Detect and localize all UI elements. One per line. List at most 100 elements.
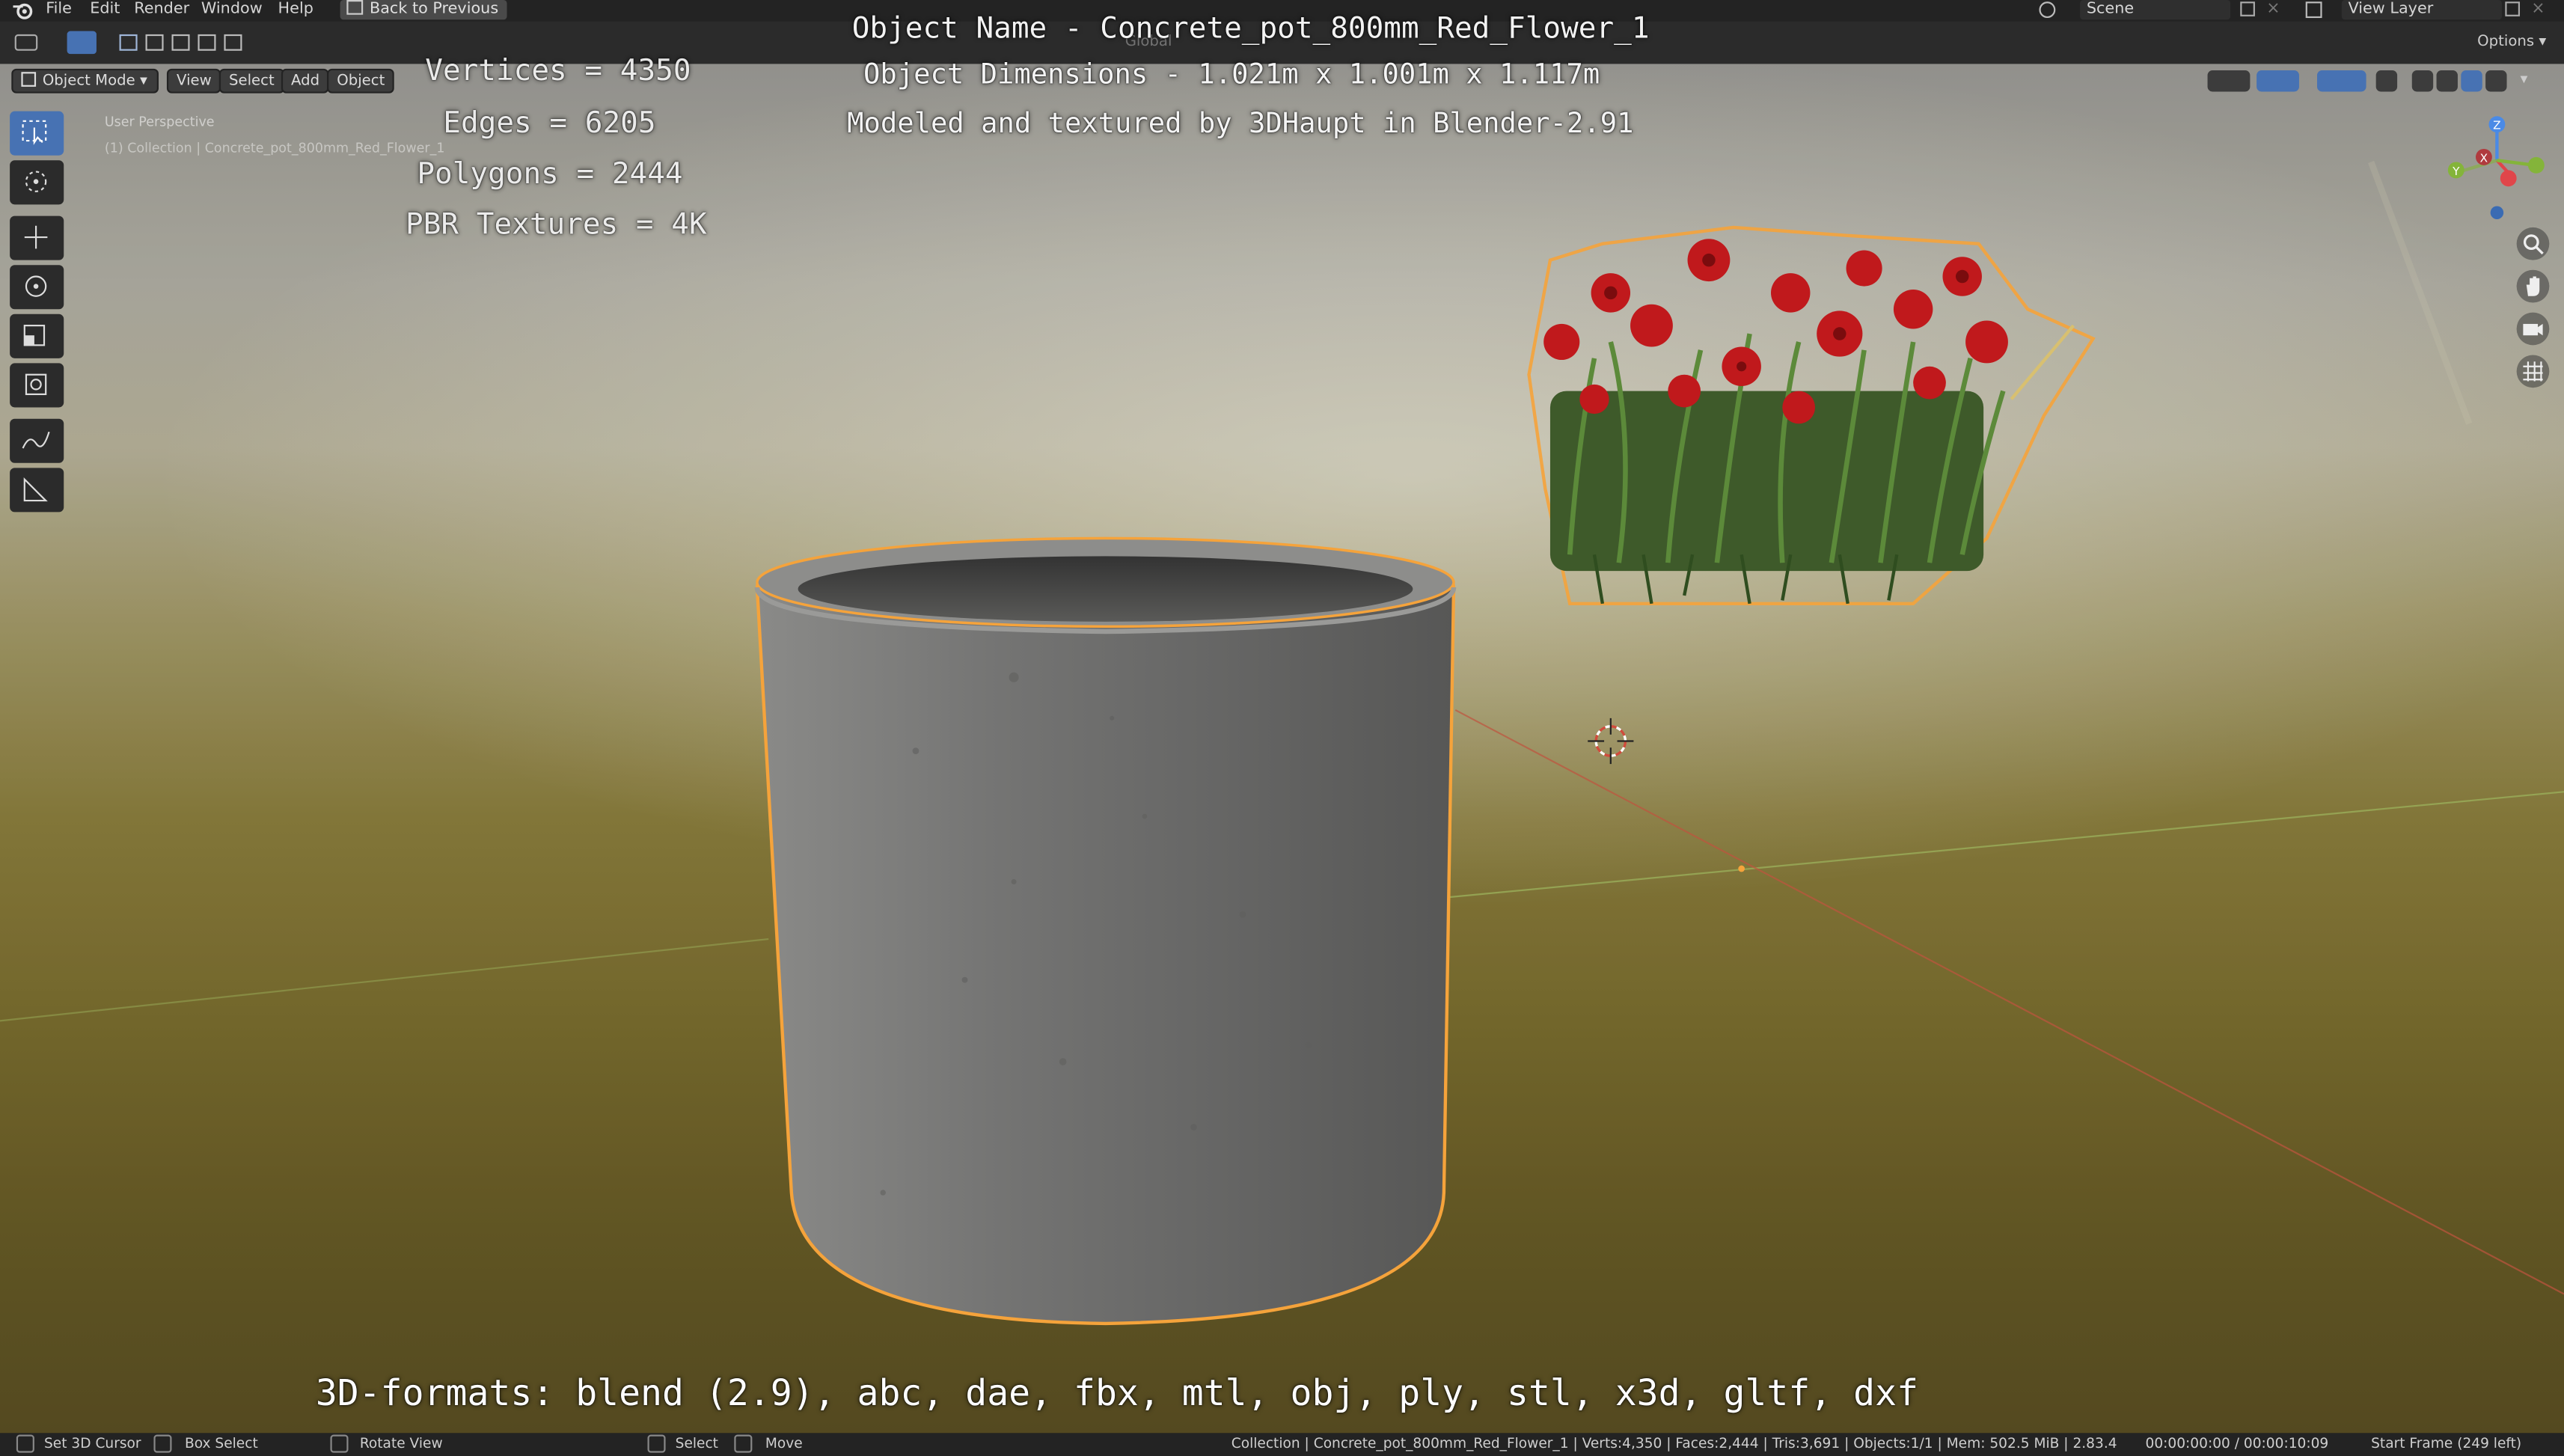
mode-invert-icon[interactable] (198, 34, 216, 51)
grid-icon (2523, 361, 2543, 382)
status-rotate-view: Rotate View (359, 1436, 443, 1453)
cursor-icon (25, 171, 47, 192)
transform-icon (25, 373, 47, 396)
status-time: 00:00:00:00 / 00:00:10:09 (2145, 1436, 2329, 1453)
object-dimensions-text: Object Dimensions - 1.021m x 1.001m x 1.… (863, 58, 1600, 92)
select-box-icon (22, 120, 47, 145)
view-layer-selector[interactable]: View Layer (2341, 0, 2502, 20)
view-menu[interactable]: View (166, 68, 221, 94)
mouse-drag-icon (153, 1434, 172, 1453)
object-mode-label: Object Mode (42, 73, 135, 91)
select-menu[interactable]: Select (218, 68, 284, 94)
gizmo-z-label: Z (2493, 119, 2500, 132)
view-layer-name: View Layer (2348, 0, 2434, 19)
cursor-tool[interactable] (10, 160, 64, 205)
camera-icon (2523, 323, 2543, 336)
measure-tool[interactable] (10, 468, 64, 513)
annotate-tool[interactable] (10, 418, 64, 463)
object-mode-dropdown[interactable]: Object Mode ▾ (11, 68, 159, 94)
status-box-select: Box Select (184, 1436, 258, 1453)
back-to-previous-label: Back to Previous (369, 0, 499, 19)
scene-icon[interactable] (2039, 1, 2056, 19)
ortho-button[interactable] (2516, 355, 2550, 388)
solid-shading-icon[interactable] (2436, 70, 2458, 92)
shading-options-icon[interactable]: ▾ (2513, 70, 2534, 91)
gizmo-z-neg-icon[interactable] (2490, 206, 2504, 219)
delete-scene-icon[interactable]: × (2266, 0, 2280, 19)
material-shading-icon[interactable] (2461, 70, 2482, 92)
menu-help[interactable]: Help (278, 0, 313, 21)
new-view-layer-icon[interactable] (2505, 1, 2521, 16)
move-tool[interactable] (10, 215, 64, 260)
mode-subtract-icon[interactable] (171, 34, 190, 51)
navigation-gizmo[interactable]: Z X Y (2440, 111, 2554, 226)
blender-window: User Perspective (1) Collection | Concre… (0, 0, 2564, 1456)
zoom-icon (2523, 234, 2544, 255)
3d-viewport[interactable]: User Perspective (1) Collection | Concre… (0, 64, 2564, 1434)
blender-logo-icon[interactable] (13, 1, 33, 19)
pan-button[interactable] (2516, 269, 2550, 303)
mouse-drag-right-icon (734, 1434, 753, 1453)
mode-intersect-icon[interactable] (224, 34, 242, 51)
concrete-pot (754, 536, 1457, 1326)
zoom-button[interactable] (2516, 227, 2550, 260)
status-set-cursor: Set 3D Cursor (44, 1436, 141, 1453)
left-toolbar (10, 111, 67, 514)
visibility-icon[interactable] (2207, 70, 2251, 92)
status-start-frame: Start Frame (249 left) (2371, 1436, 2522, 1453)
scene-selector[interactable]: Scene (2080, 0, 2231, 20)
options-dropdown[interactable]: Options ▾ (2477, 34, 2546, 51)
delete-view-layer-icon[interactable]: × (2531, 0, 2545, 19)
scene-name: Scene (2086, 0, 2135, 19)
gizmo-toggle-icon[interactable] (2256, 70, 2299, 92)
transform-tool[interactable] (10, 363, 64, 408)
object-name-text: Object Name - Concrete_pot_800mm_Red_Flo… (851, 11, 1650, 46)
select-tool-icon[interactable] (67, 31, 97, 55)
rendered-shading-icon[interactable] (2485, 70, 2507, 92)
rotate-icon (25, 275, 47, 297)
editor-type-icon[interactable] (14, 34, 38, 51)
formats-text: 3D-formats: blend (2.9), abc, dae, fbx, … (315, 1374, 1919, 1416)
polygons-text: Polygons = 2444 (417, 156, 683, 192)
scale-tool[interactable] (10, 313, 64, 358)
status-stats: Collection | Concrete_pot_800mm_Red_Flow… (1231, 1436, 2117, 1453)
select-box-tool[interactable] (10, 111, 64, 156)
object-menu[interactable]: Object (327, 68, 395, 94)
mode-new-icon[interactable] (119, 34, 138, 51)
xray-toggle-icon[interactable] (2375, 70, 2398, 92)
mode-extend-icon[interactable] (145, 34, 164, 51)
mouse-right-icon (647, 1434, 666, 1453)
hand-icon (2526, 276, 2540, 296)
mouse-middle-icon (330, 1434, 349, 1453)
scene-render (0, 64, 2564, 1434)
camera-button[interactable] (2516, 312, 2550, 346)
status-bar: Set 3D Cursor Box Select Rotate View Sel… (0, 1433, 2564, 1456)
credit-text: Modeled and textured by 3DHaupt in Blend… (847, 108, 1634, 141)
rotate-tool[interactable] (10, 265, 64, 310)
gizmo-x-label: X (2480, 151, 2488, 165)
gizmo-x-icon[interactable] (2500, 170, 2517, 187)
move-icon (24, 225, 48, 249)
gizmo-y-icon[interactable] (2527, 156, 2545, 174)
annotate-icon (22, 431, 50, 449)
menu-file[interactable]: File (46, 0, 72, 21)
menu-edit[interactable]: Edit (90, 0, 120, 21)
origin-point (1738, 865, 1745, 872)
vertices-text: Vertices = 4350 (425, 54, 691, 89)
overlay-toggle-icon[interactable] (2316, 70, 2366, 92)
back-to-previous-button[interactable]: Back to Previous (340, 0, 507, 20)
new-scene-icon[interactable] (2240, 1, 2255, 16)
menu-render[interactable]: Render (134, 0, 189, 21)
object-mode-icon (21, 72, 37, 87)
add-menu[interactable]: Add (281, 68, 330, 94)
measure-icon (23, 477, 48, 502)
wireframe-shading-icon[interactable] (2411, 70, 2434, 92)
view-layer-icon[interactable] (2305, 1, 2322, 19)
back-icon (346, 0, 364, 15)
status-move: Move (765, 1436, 803, 1453)
scale-icon (23, 325, 46, 346)
menu-window[interactable]: Window (201, 0, 263, 21)
status-select: Select (675, 1436, 718, 1453)
textures-text: PBR Textures = 4K (406, 207, 707, 242)
mouse-left-icon (16, 1434, 34, 1453)
